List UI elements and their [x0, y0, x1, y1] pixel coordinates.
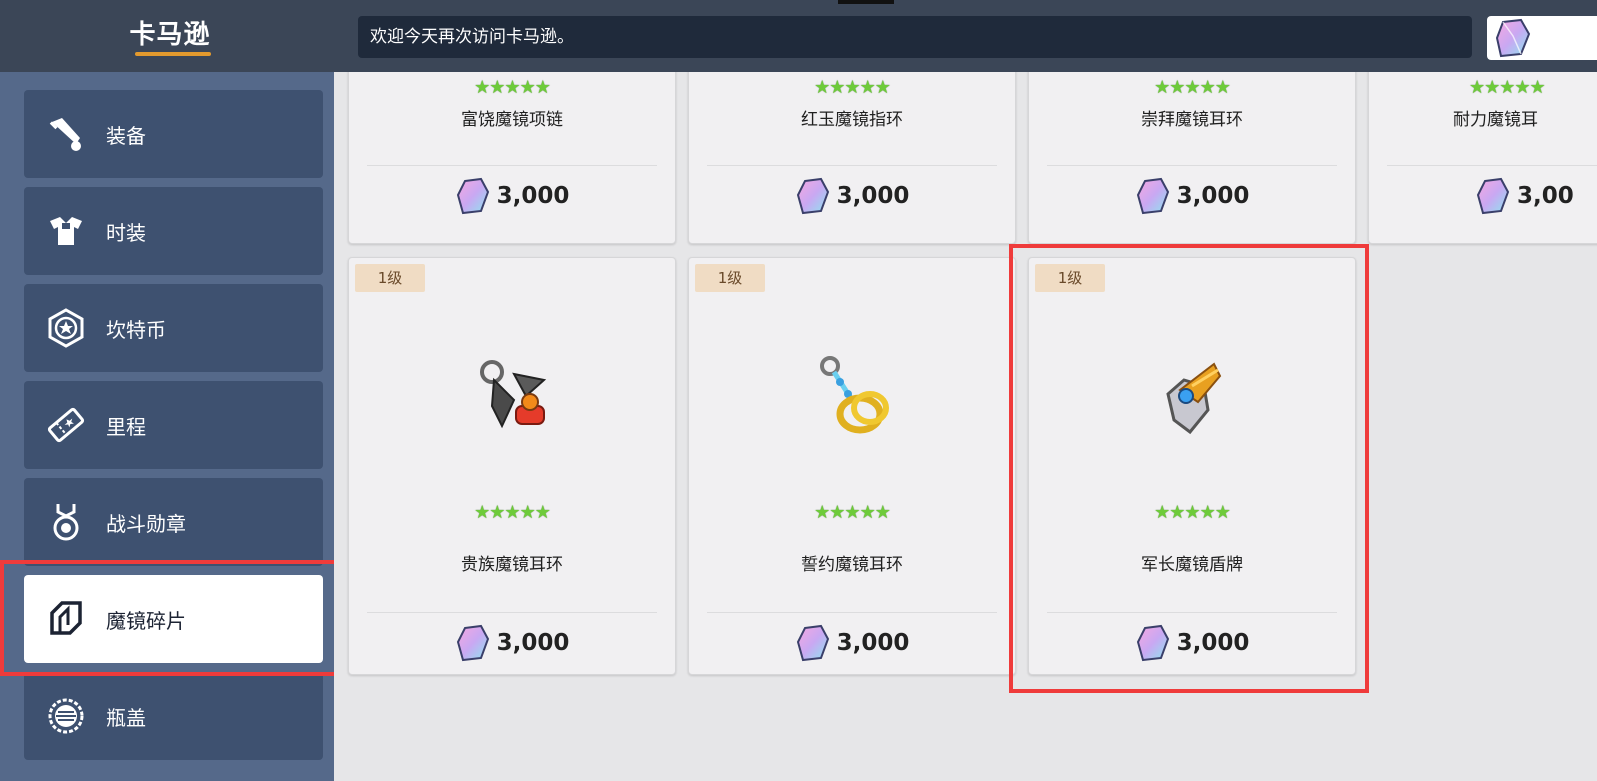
product-name: 富饶魔镜项链 [461, 110, 563, 130]
diamond-gem-icon [1136, 177, 1169, 215]
sidebar-item-label: 时装 [106, 220, 146, 245]
sidebar-item-label: 坎特币 [106, 317, 166, 342]
product-grid: ★★★★★ 富饶魔镜项链 3,000 ★★★★★ 红玉魔镜指环 3,000 ★★… [334, 72, 1597, 781]
diamond-gem-icon [456, 177, 489, 215]
sidebar-item-label: 装备 [106, 123, 146, 148]
diamond-gem-icon [796, 177, 829, 215]
product-price: 3,000 [349, 177, 675, 215]
currency-display[interactable] [1487, 16, 1597, 60]
product-name: 耐力魔镜耳 [1453, 110, 1538, 130]
earring-icon [480, 360, 547, 429]
product-price: 3,000 [1029, 177, 1355, 215]
star-rating: ★★★★★ [474, 77, 551, 98]
star-rating: ★★★★★ [814, 77, 891, 98]
product-price: 3,000 [689, 624, 1015, 662]
price-value: 3,000 [836, 183, 910, 209]
sidebar-item-label: 里程 [106, 414, 146, 439]
card-divider [367, 612, 657, 613]
bottle-cap-icon [44, 694, 88, 738]
product-card[interactable]: ★★★★★ 耐力魔镜耳 3,00 [1368, 72, 1597, 244]
star-rating: ★★★★★ [1154, 77, 1231, 98]
card-divider [707, 612, 997, 613]
diamond-gem-icon [796, 624, 829, 662]
star-rating: ★★★★★ [1469, 77, 1546, 98]
sidebar-item-medal[interactable]: 战斗勋章 [24, 478, 323, 566]
product-card[interactable]: 1级 ★★★★★ 贵族魔镜耳环 3,000 [348, 257, 676, 675]
welcome-banner: 欢迎今天再次访问卡马逊。 [358, 16, 1472, 58]
price-value: 3,000 [496, 630, 570, 656]
selection-highlight-card [1009, 244, 1369, 693]
selection-highlight-sidebar [0, 560, 367, 676]
sidebar-item-mileage[interactable]: 里程 [24, 381, 323, 469]
sidebar-item-equipment[interactable]: 装备 [24, 90, 323, 178]
card-divider [707, 165, 997, 166]
equipment-icon [44, 112, 88, 156]
outfit-icon [44, 209, 88, 253]
ticket-icon [44, 403, 88, 447]
diamond-gem-icon [1476, 177, 1510, 215]
card-divider [367, 165, 657, 166]
price-value: 3,000 [1176, 183, 1250, 209]
sidebar-item-coin[interactable]: 坎特币 [24, 284, 323, 372]
product-card[interactable]: ★★★★★ 崇拜魔镜耳环 3,000 [1028, 72, 1356, 244]
medal-icon [44, 500, 88, 544]
coin-icon [44, 306, 88, 350]
sidebar-item-label: 瓶盖 [106, 705, 146, 730]
level-badge: 1级 [355, 264, 425, 292]
sidebar-item-bottle-cap[interactable]: 瓶盖 [24, 672, 323, 760]
level-badge: 1级 [695, 264, 765, 292]
sidebar-item-outfit[interactable]: 时装 [24, 187, 323, 275]
star-rating: ★★★★★ [814, 502, 891, 523]
ring-earring-icon [820, 356, 889, 434]
product-name: 崇拜魔镜耳环 [1141, 110, 1243, 130]
product-name: 红玉魔镜指环 [801, 110, 903, 130]
top-bar: 卡马逊 欢迎今天再次访问卡马逊。 [0, 0, 1597, 72]
product-name: 誓约魔镜耳环 [801, 555, 903, 575]
logo-underline [135, 52, 211, 56]
product-card[interactable]: ★★★★★ 红玉魔镜指环 3,000 [688, 72, 1016, 244]
card-divider [1047, 165, 1337, 166]
diamond-gem-icon [456, 624, 489, 662]
product-price: 3,00 [1475, 177, 1574, 215]
price-value: 3,000 [496, 183, 570, 209]
star-rating: ★★★★★ [474, 502, 551, 523]
product-price: 3,000 [689, 177, 1015, 215]
price-value: 3,00 [1517, 183, 1574, 209]
card-divider [1387, 165, 1597, 166]
product-card[interactable]: ★★★★★ 富饶魔镜项链 3,000 [348, 72, 676, 244]
sidebar-item-label: 战斗勋章 [106, 511, 186, 536]
product-name: 贵族魔镜耳环 [461, 555, 563, 575]
diamond-gem-icon [1495, 18, 1531, 58]
top-notch [838, 0, 894, 4]
app-logo: 卡马逊 [129, 20, 211, 50]
price-value: 3,000 [836, 630, 910, 656]
product-card[interactable]: 1级 ★★★★★ 誓约魔镜耳环 3,000 [688, 257, 1016, 675]
product-price: 3,000 [349, 624, 675, 662]
